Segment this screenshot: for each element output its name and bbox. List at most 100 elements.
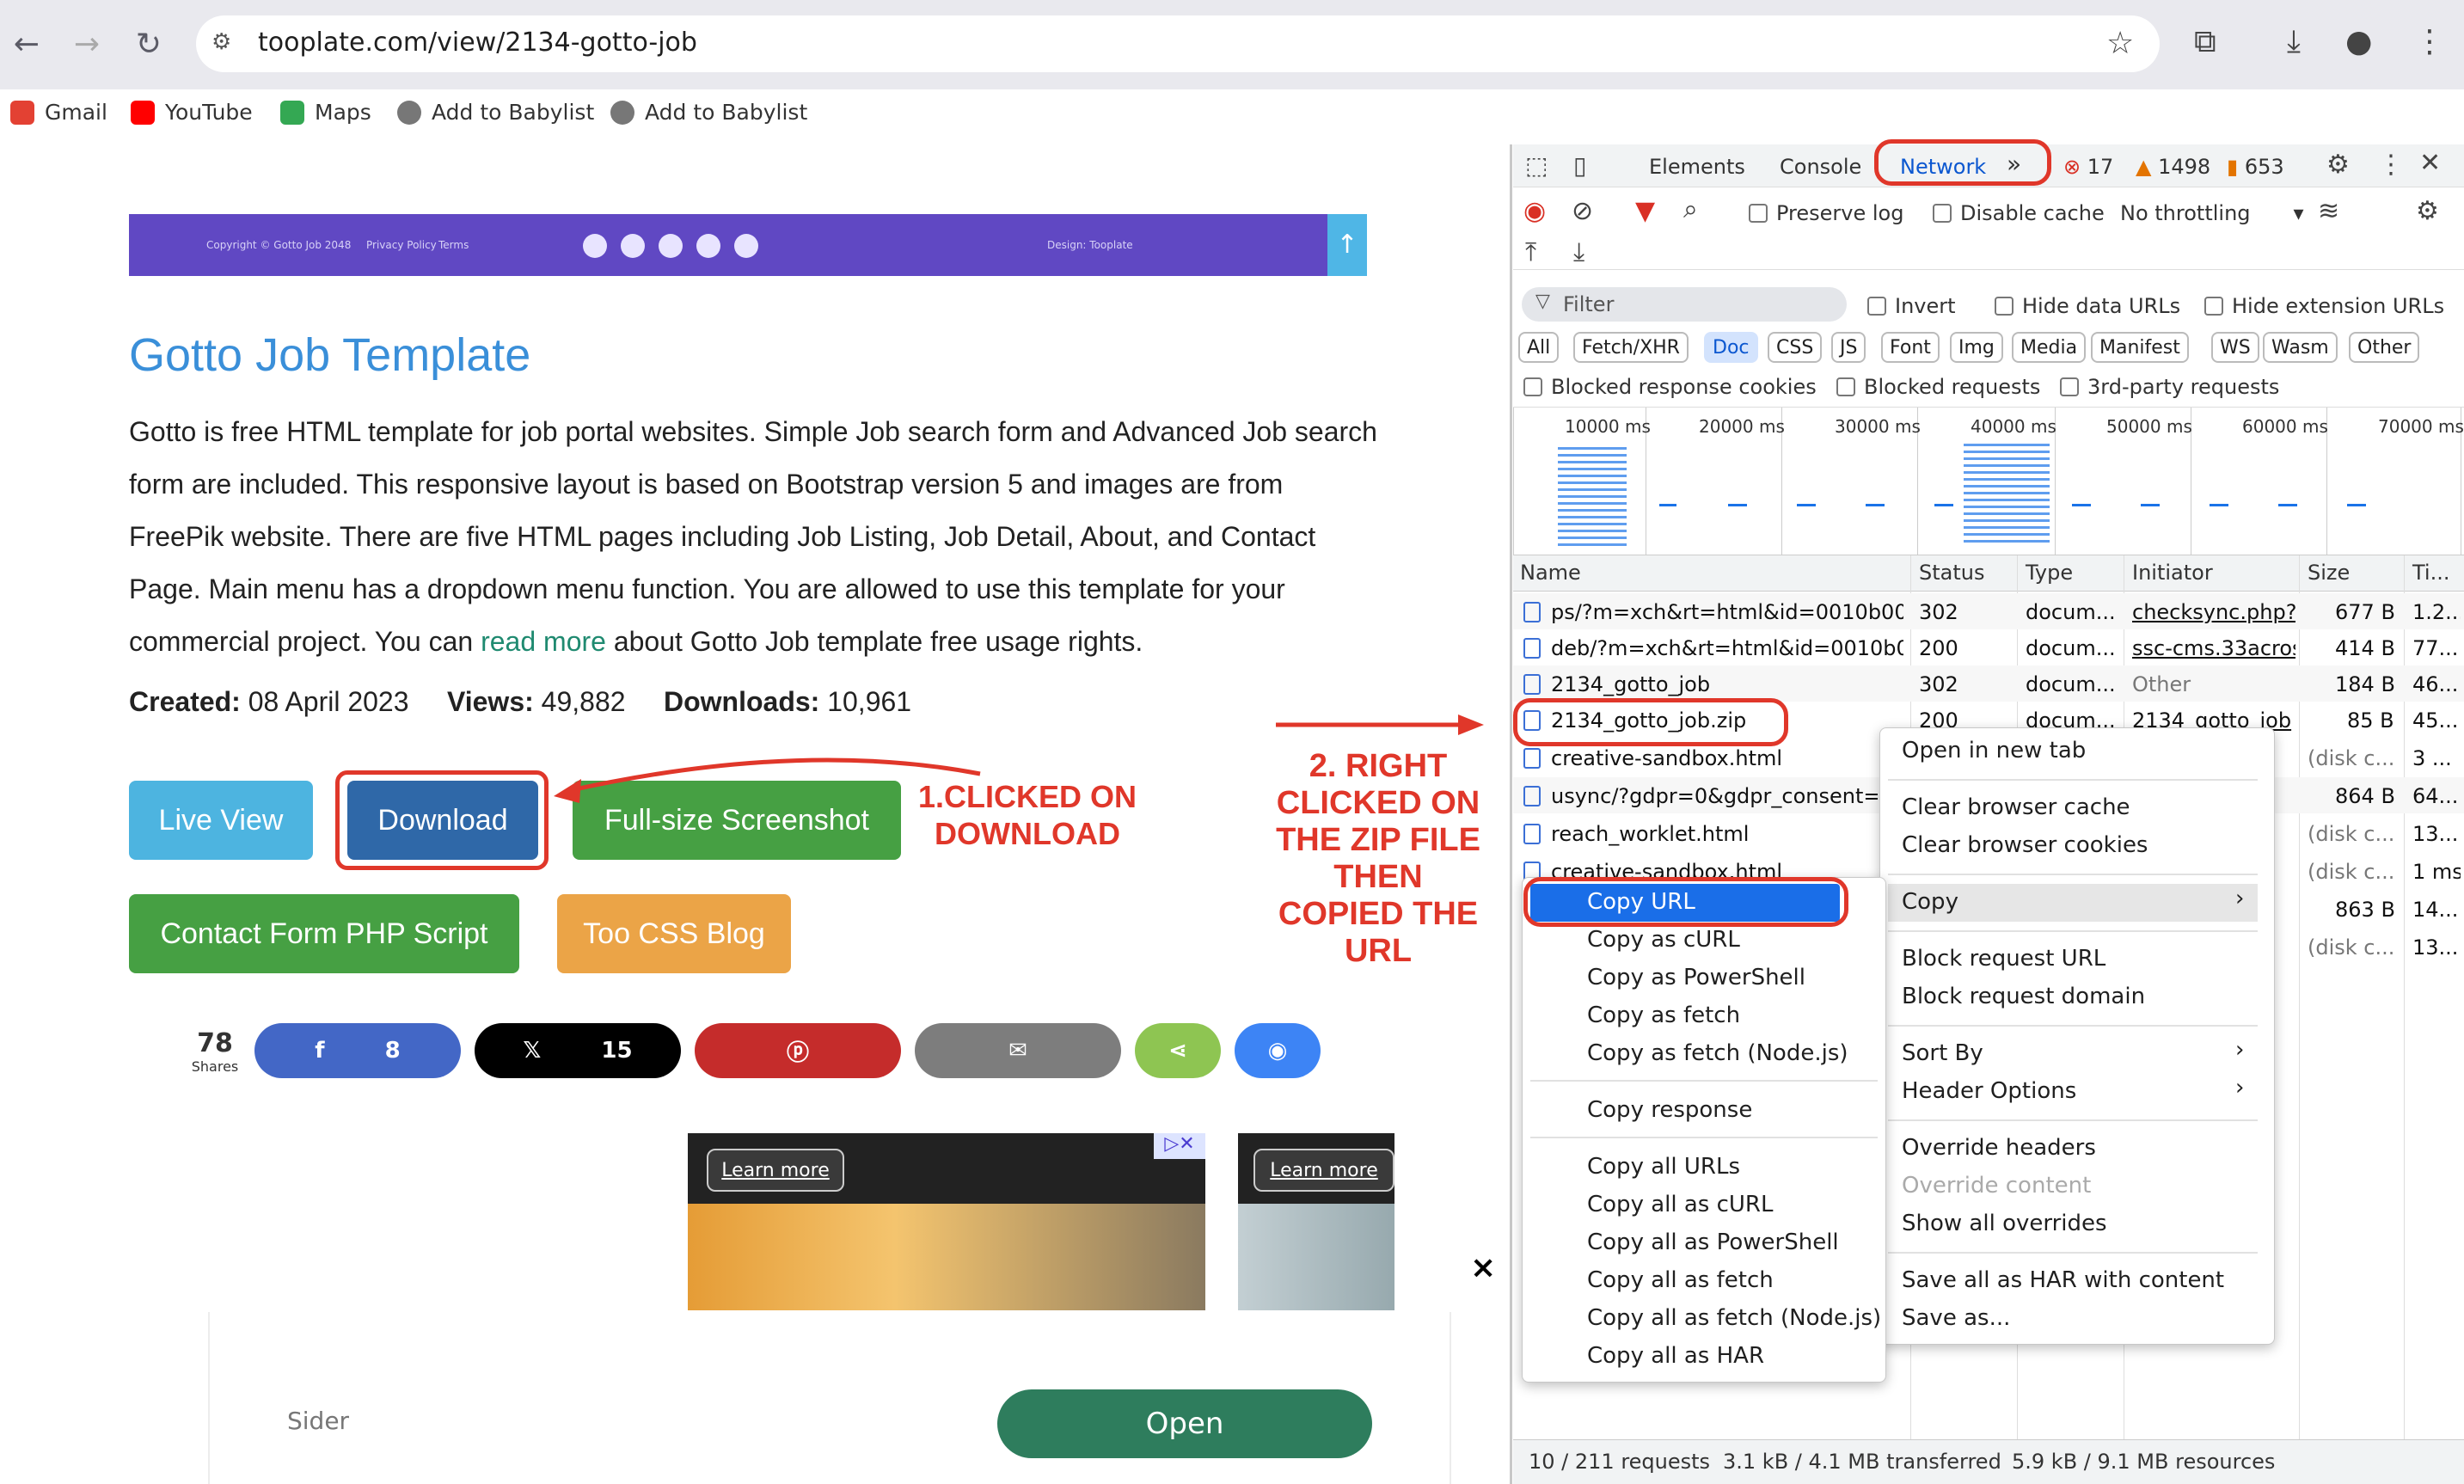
menu-clear-cookies[interactable]: Clear browser cookies [1902, 832, 2148, 858]
profile-icon[interactable]: ● [2345, 24, 2372, 59]
column-status[interactable]: Status [1919, 561, 1984, 585]
menu-open-new-tab[interactable]: Open in new tab [1902, 738, 2086, 763]
devtools-menu-icon[interactable]: ⋮ [2378, 150, 2404, 180]
menu-copy-all-fetch-node[interactable]: Copy all as fetch (Node.js) [1587, 1305, 1881, 1331]
hide-data-urls-checkbox[interactable]: Hide data URLs [1995, 294, 2180, 318]
generic-share-button[interactable]: ⋖ [1135, 1023, 1221, 1078]
learn-more-button[interactable]: Learn more [707, 1149, 844, 1192]
downloads-icon[interactable]: ⤓ [2287, 24, 2301, 60]
record-icon[interactable]: ◉ [1523, 196, 1546, 226]
type-filter-fetch-xhr[interactable]: Fetch/XHR [1573, 332, 1689, 363]
type-filter-manifest[interactable]: Manifest [2091, 332, 2189, 363]
open-button[interactable]: Open [997, 1389, 1372, 1458]
type-filter-font[interactable]: Font [1881, 332, 1940, 363]
column-initiator[interactable]: Initiator [2132, 561, 2213, 585]
menu-save-har[interactable]: Save all as HAR with content [1902, 1267, 2224, 1293]
menu-save-as[interactable]: Save as... [1902, 1305, 2010, 1331]
menu-copy-all-fetch[interactable]: Copy all as fetch [1587, 1267, 1774, 1293]
column-time[interactable]: Ti... [2412, 561, 2449, 585]
network-settings-icon[interactable]: ⚙ [2416, 196, 2439, 226]
menu-clear-cache[interactable]: Clear browser cache [1902, 794, 2130, 820]
hide-extension-urls-checkbox[interactable]: Hide extension URLs [2204, 294, 2444, 318]
warning-count[interactable]: ▲ 1498 [2136, 155, 2210, 179]
close-devtools-icon[interactable]: ✕ [2419, 148, 2441, 178]
network-conditions-icon[interactable]: ≋ [2318, 196, 2339, 226]
column-name[interactable]: Name [1520, 561, 1581, 585]
type-filter-css[interactable]: CSS [1768, 332, 1823, 363]
device-toolbar-icon[interactable]: ▯ [1573, 151, 1586, 180]
menu-sort-by[interactable]: Sort By [1902, 1040, 1983, 1066]
row-initiator[interactable]: checksync.php?v [2132, 600, 2295, 624]
menu-kebab-icon[interactable]: ⋮ [2414, 24, 2445, 59]
messenger-share-button[interactable]: ◉ [1235, 1023, 1321, 1078]
menu-copy-all-powershell[interactable]: Copy all as PowerShell [1587, 1230, 1839, 1255]
third-party-checkbox[interactable]: 3rd-party requests [2060, 375, 2279, 399]
menu-copy-fetch[interactable]: Copy as fetch [1587, 1003, 1740, 1028]
reload-icon[interactable]: ↻ [127, 22, 170, 65]
type-filter-other[interactable]: Other [2349, 332, 2420, 363]
menu-show-overrides[interactable]: Show all overrides [1902, 1211, 2107, 1236]
x-share-button[interactable]: 𝕏 15 [475, 1023, 681, 1078]
tab-console[interactable]: Console [1780, 155, 1861, 179]
learn-more-button[interactable]: Learn more [1253, 1149, 1394, 1192]
import-har-icon[interactable]: ⤒ [1525, 237, 1536, 267]
site-info-icon[interactable]: ⚙ [211, 29, 237, 55]
row-initiator[interactable]: ssc-cms.33acros [2132, 636, 2295, 660]
menu-block-domain[interactable]: Block request domain [1902, 984, 2145, 1009]
menu-copy-all-urls[interactable]: Copy all URLs [1587, 1154, 1740, 1180]
search-icon[interactable]: ⌕ [1683, 194, 1698, 224]
pinterest-share-button[interactable]: ⓟ [695, 1023, 901, 1078]
type-filter-img[interactable]: Img [1950, 332, 2003, 363]
css-blog-button[interactable]: Too CSS Blog [557, 894, 791, 973]
type-filter-ws[interactable]: WS [2211, 332, 2259, 363]
close-icon[interactable]: × [1470, 1250, 1496, 1285]
column-type[interactable]: Type [2026, 561, 2073, 585]
column-size[interactable]: Size [2308, 561, 2350, 585]
bookmark-babylist-2[interactable]: Add to Babylist [610, 100, 807, 125]
settings-gear-icon[interactable]: ⚙ [2326, 150, 2350, 180]
issues-count[interactable]: ▮ 653 [2227, 155, 2284, 179]
menu-copy-all-curl[interactable]: Copy all as cURL [1587, 1192, 1773, 1217]
bookmark-star-icon[interactable]: ☆ [2106, 26, 2134, 61]
forward-icon[interactable]: → [65, 22, 108, 65]
clear-icon[interactable]: ⊘ [1572, 196, 1593, 226]
back-icon[interactable]: ← [5, 22, 48, 65]
bookmark-babylist-1[interactable]: Add to Babylist [397, 100, 594, 125]
filter-input[interactable]: Filter [1522, 287, 1847, 322]
type-filter-js[interactable]: JS [1831, 332, 1866, 363]
extensions-icon[interactable]: ⧉ [2194, 24, 2216, 60]
invert-checkbox[interactable]: Invert [1867, 294, 1956, 318]
menu-header-options[interactable]: Header Options [1902, 1078, 2076, 1104]
filter-funnel-icon[interactable]: ▼ [1635, 196, 1655, 226]
inspect-element-icon[interactable]: ⬚ [1525, 151, 1548, 180]
menu-copy[interactable]: Copy [1902, 889, 1958, 915]
bookmark-gmail[interactable]: Gmail [10, 100, 107, 125]
live-view-button[interactable]: Live View [129, 781, 313, 860]
tab-elements[interactable]: Elements [1649, 155, 1745, 179]
type-filter-doc[interactable]: Doc [1704, 332, 1758, 363]
blocked-requests-checkbox[interactable]: Blocked requests [1836, 375, 2040, 399]
bookmark-youtube[interactable]: YouTube [131, 100, 253, 125]
url-text[interactable]: tooplate.com/view/2134-gotto-job [258, 28, 697, 58]
export-har-icon[interactable]: ⤓ [1573, 237, 1584, 267]
menu-copy-fetch-node[interactable]: Copy as fetch (Node.js) [1587, 1040, 1848, 1066]
type-filter-media[interactable]: Media [2012, 332, 2087, 363]
ad-choices-icon[interactable]: ▷✕ [1154, 1133, 1205, 1159]
blocked-response-cookies-checkbox[interactable]: Blocked response cookies [1523, 375, 1817, 399]
menu-override-headers[interactable]: Override headers [1902, 1135, 2096, 1161]
disable-cache-checkbox[interactable]: Disable cache [1933, 201, 2105, 225]
read-more-link[interactable]: read more [481, 626, 606, 657]
preserve-log-checkbox[interactable]: Preserve log [1749, 201, 1903, 225]
facebook-share-button[interactable]: f8 [254, 1023, 461, 1078]
menu-copy-all-har[interactable]: Copy all as HAR [1587, 1343, 1764, 1369]
menu-copy-powershell[interactable]: Copy as PowerShell [1587, 965, 1805, 990]
bookmark-maps[interactable]: Maps [280, 100, 371, 125]
contact-form-php-button[interactable]: Contact Form PHP Script [129, 894, 519, 973]
menu-block-url[interactable]: Block request URL [1902, 946, 2105, 972]
menu-copy-response[interactable]: Copy response [1587, 1097, 1752, 1123]
email-share-button[interactable]: ✉ [915, 1023, 1121, 1078]
menu-copy-curl[interactable]: Copy as cURL [1587, 927, 1740, 953]
error-count[interactable]: ⊗ 17 [2063, 155, 2113, 179]
type-filter-wasm[interactable]: Wasm [2263, 332, 2338, 363]
type-filter-all[interactable]: All [1518, 332, 1560, 363]
